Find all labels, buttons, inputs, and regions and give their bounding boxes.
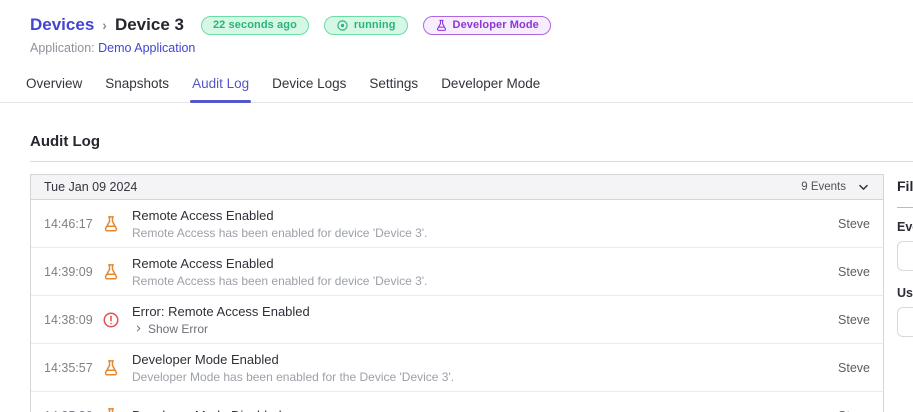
tab-bar: Overview Snapshots Audit Log Device Logs… <box>0 67 913 103</box>
event-content: Error: Remote Access Enabled Show Error <box>132 304 310 336</box>
audit-log-row: 14:35:57 Developer Mode Enabled Develope… <box>31 344 883 392</box>
audit-log-table: Tue Jan 09 2024 9 Events 14:46:17 Remote… <box>30 174 884 412</box>
tab-snapshots[interactable]: Snapshots <box>103 67 171 102</box>
breadcrumb: Devices › Device 3 22 seconds ago runnin… <box>30 15 883 35</box>
tab-settings[interactable]: Settings <box>367 67 420 102</box>
application-line: Application: Demo Application <box>30 41 883 55</box>
flask-icon <box>102 215 120 233</box>
event-row-list: 14:46:17 Remote Access Enabled Remote Ac… <box>31 200 883 412</box>
breadcrumb-current-device: Device 3 <box>114 15 184 34</box>
events-count-badge: 9 Events <box>801 181 846 193</box>
event-time: 14:35:57 <box>44 360 93 375</box>
event-description: Remote Access has been enabled for devic… <box>132 225 428 240</box>
flask-icon <box>435 19 448 32</box>
record-icon <box>336 19 349 32</box>
event-description: Remote Access has been enabled for devic… <box>132 273 428 288</box>
application-link[interactable]: Demo Application <box>98 41 195 55</box>
event-title: Error: Remote Access Enabled <box>132 303 310 319</box>
event-user: Steve <box>838 360 870 375</box>
filter-event-type-input[interactable] <box>897 241 913 271</box>
flask-icon <box>102 263 120 281</box>
filter-user-label: User <box>897 286 913 300</box>
date-group-label: Tue Jan 09 2024 <box>44 180 138 194</box>
filter-event-type-label: Event Type <box>897 220 913 234</box>
badge-list: 22 seconds ago running Developer Mode <box>200 15 551 35</box>
tab-overview[interactable]: Overview <box>24 67 84 102</box>
audit-log-row: 14:39:09 Remote Access Enabled Remote Ac… <box>31 248 883 296</box>
event-user: Steve <box>838 312 870 327</box>
main-content: Audit Log Tue Jan 09 2024 9 Events 14:46… <box>0 133 913 412</box>
event-title: Remote Access Enabled <box>132 207 274 223</box>
audit-log-section: Audit Log Tue Jan 09 2024 9 Events 14:46… <box>30 133 913 412</box>
tab-device-logs[interactable]: Device Logs <box>270 67 348 102</box>
filter-panel: Filter Event Type User <box>897 174 913 352</box>
event-user: Steve <box>838 264 870 279</box>
show-error-label: Show Error <box>148 321 209 336</box>
event-time: 14:39:09 <box>44 264 93 279</box>
filter-panel-title: Filter <box>897 178 913 194</box>
flask-icon <box>102 407 120 412</box>
event-time: 14:35:30 <box>44 409 96 412</box>
event-content: Remote Access Enabled Remote Access has … <box>132 208 427 240</box>
badge-developer-mode: Developer Mode <box>422 15 551 35</box>
filter-user-input[interactable] <box>897 307 913 337</box>
page-title: Audit Log <box>30 133 100 150</box>
event-content: Developer Mode Disabled <box>132 408 282 412</box>
chevron-right-icon <box>134 324 143 333</box>
status-badge-label: 22 seconds ago <box>212 19 297 31</box>
event-content: Remote Access Enabled Remote Access has … <box>132 256 427 288</box>
audit-log-row: 14:35:30 Developer Mode Disabled Steve <box>31 392 883 412</box>
status-badge-label: Developer Mode <box>452 19 539 31</box>
application-label: Application: <box>30 41 95 55</box>
event-time: 14:38:09 <box>44 312 93 327</box>
tab-audit-log[interactable]: Audit Log <box>190 67 252 103</box>
badge-running: running <box>323 15 408 35</box>
section-divider <box>30 161 913 162</box>
event-title: Remote Access Enabled <box>132 255 274 271</box>
tab-developer-mode[interactable]: Developer Mode <box>439 67 542 102</box>
event-user: Steve <box>838 216 870 231</box>
filter-divider <box>897 207 913 208</box>
page: Devices › Device 3 22 seconds ago runnin… <box>0 0 913 412</box>
audit-log-row: 14:38:09 Error: Remote Access Enabled Sh… <box>31 296 883 344</box>
event-time: 14:46:17 <box>44 216 93 231</box>
breadcrumb-devices-link[interactable]: Devices <box>30 15 94 35</box>
show-error-toggle[interactable]: Show Error <box>134 322 310 336</box>
event-user: Steve <box>838 409 870 412</box>
chevron-down-icon[interactable] <box>857 181 870 194</box>
error-icon <box>102 311 120 329</box>
event-content: Developer Mode Enabled Developer Mode ha… <box>132 352 454 384</box>
badge-22-seconds-ago: 22 seconds ago <box>200 15 309 35</box>
event-title: Developer Mode Enabled <box>132 351 279 367</box>
breadcrumb-separator-icon: › <box>102 17 107 33</box>
event-description: Developer Mode has been enabled for the … <box>132 369 455 384</box>
flask-icon <box>102 359 120 377</box>
event-title: Developer Mode Disabled <box>132 408 282 412</box>
device-header: Devices › Device 3 22 seconds ago runnin… <box>0 0 913 55</box>
status-badge-label: running <box>353 19 396 31</box>
audit-log-row: 14:46:17 Remote Access Enabled Remote Ac… <box>31 200 883 248</box>
date-group-header[interactable]: Tue Jan 09 2024 9 Events <box>31 175 883 200</box>
